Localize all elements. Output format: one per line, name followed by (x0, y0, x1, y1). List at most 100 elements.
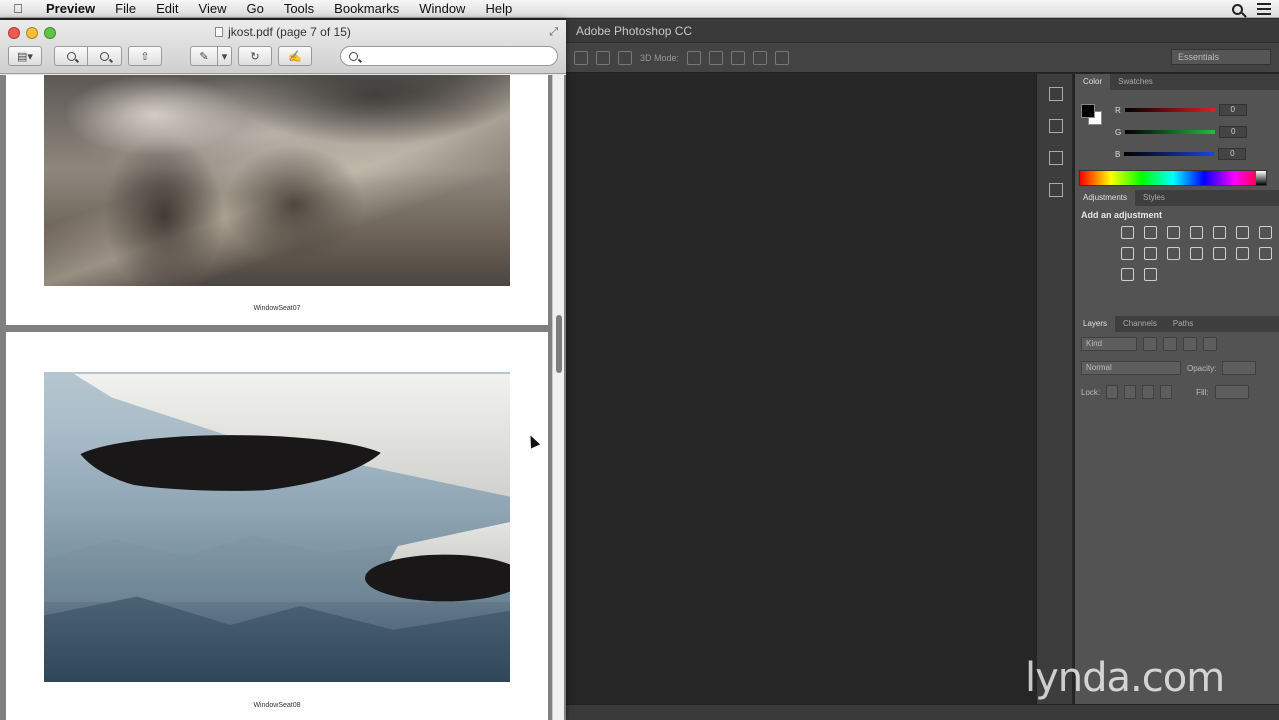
adjustments-heading: Add an adjustment (1081, 210, 1163, 220)
brush-presets-icon[interactable] (1042, 144, 1068, 170)
spotlight-icon[interactable] (1232, 3, 1243, 15)
vibrance-icon[interactable] (1213, 226, 1226, 239)
invert-icon[interactable] (1213, 247, 1226, 260)
channel-mixer-icon[interactable] (1167, 247, 1180, 260)
layers-panel: Kind Normal Opacity: Lock: Fill: (1075, 332, 1279, 412)
curves-icon[interactable] (1167, 226, 1180, 239)
history-icon[interactable] (1042, 80, 1068, 106)
zoom-out-icon (66, 51, 76, 61)
color-panel: R 0 G 0 B 0 (1075, 90, 1279, 190)
lynda-watermark: lynda.com (1025, 655, 1225, 701)
color-lookup-icon[interactable] (1190, 247, 1203, 260)
preview-titlebar: jkost.pdf (page 7 of 15) ⤢ ▤▾ ⇧ ✎ ▾ ↻ ✍ (0, 20, 566, 74)
rotate-3d-icon[interactable] (574, 50, 588, 65)
info-icon[interactable] (1042, 112, 1068, 138)
tab-color[interactable]: Color (1075, 74, 1111, 90)
filter-kind-select[interactable]: Kind (1081, 337, 1137, 351)
menu-bookmarks[interactable]: Bookmarks (324, 0, 409, 18)
foreground-color-swatch[interactable] (1081, 104, 1095, 118)
blue-slider[interactable]: B 0 (1115, 148, 1247, 160)
zoom-in-button[interactable] (88, 46, 122, 66)
fill-field[interactable] (1214, 385, 1249, 399)
tab-adjustments[interactable]: Adjustments (1075, 190, 1136, 206)
menu-app[interactable]: Preview (36, 0, 105, 18)
edit-toolbar-button[interactable]: ✍ (278, 46, 312, 66)
menu-file[interactable]: File (105, 0, 146, 18)
exposure-icon[interactable] (1190, 226, 1203, 239)
menu-edit[interactable]: Edit (146, 0, 188, 18)
red-value[interactable]: 0 (1218, 104, 1247, 116)
page-caption: WindowSeat08 (253, 702, 301, 709)
blend-mode-select[interactable]: Normal (1081, 361, 1181, 375)
levels-icon[interactable] (1144, 226, 1157, 239)
share-button[interactable]: ⇧ (128, 46, 162, 66)
posterize-icon[interactable] (1236, 247, 1249, 260)
drag-3d-icon[interactable] (618, 50, 632, 65)
page-caption: WindowSeat07 (253, 305, 301, 312)
photo-filter-icon[interactable] (1144, 247, 1157, 260)
tab-swatches[interactable]: Swatches (1110, 74, 1161, 90)
tab-styles[interactable]: Styles (1135, 190, 1173, 206)
3d-mode-label: 3D Mode: (640, 52, 680, 63)
pdf-page: WindowSeat08 (6, 332, 548, 720)
shape-filter-icon[interactable] (1203, 337, 1217, 351)
menubar:  Preview File Edit View Go Tools Bookma… (0, 0, 1279, 18)
menu-tools[interactable]: Tools (274, 0, 324, 18)
red-slider[interactable]: R 0 (1115, 104, 1247, 116)
search-field[interactable] (340, 46, 558, 66)
pan-icon[interactable] (731, 50, 746, 65)
annotate-menu-button[interactable]: ▾ (218, 46, 232, 66)
workspace-switcher[interactable]: Essentials (1171, 49, 1271, 65)
color-balance-icon[interactable] (1259, 226, 1272, 239)
zoom-in-icon (100, 51, 109, 61)
menu-go[interactable]: Go (236, 0, 273, 18)
black-white-icon[interactable] (1121, 247, 1134, 260)
hue-saturation-icon[interactable] (1236, 226, 1249, 239)
roll-icon[interactable] (709, 50, 724, 65)
tab-layers[interactable]: Layers (1075, 316, 1116, 332)
slide-icon[interactable] (753, 50, 768, 65)
tab-paths[interactable]: Paths (1165, 316, 1201, 332)
threshold-icon[interactable] (1259, 247, 1272, 260)
scale-icon[interactable] (775, 50, 790, 65)
properties-icon[interactable] (1042, 176, 1068, 202)
search-input[interactable] (364, 50, 544, 62)
apple-menu-icon[interactable]:  (0, 1, 36, 16)
color-spectrum[interactable] (1079, 170, 1267, 186)
fullscreen-icon[interactable]: ⤢ (549, 26, 558, 39)
vertical-scrollbar[interactable] (552, 75, 564, 720)
rotate-button[interactable]: ↻ (238, 46, 272, 66)
lock-position-icon[interactable] (1142, 385, 1155, 399)
tab-channels[interactable]: Channels (1115, 316, 1165, 332)
selective-color-icon[interactable] (1144, 268, 1157, 281)
lock-image-icon[interactable] (1124, 385, 1137, 399)
notification-center-icon[interactable] (1257, 3, 1271, 15)
gradient-map-icon[interactable] (1121, 268, 1134, 281)
adjustments-panel: Add an adjustment (1075, 206, 1279, 316)
pixel-filter-icon[interactable] (1143, 337, 1157, 351)
zoom-out-button[interactable] (54, 46, 88, 66)
airplane-wing-photo (44, 372, 510, 682)
orbit-icon[interactable] (687, 50, 702, 65)
type-filter-icon[interactable] (1183, 337, 1197, 351)
panel-dock-icons (1036, 74, 1072, 704)
opacity-field[interactable] (1222, 361, 1257, 375)
adjustment-filter-icon[interactable] (1163, 337, 1177, 351)
sidebar-view-button[interactable]: ▤▾ (8, 46, 42, 66)
menu-help[interactable]: Help (475, 0, 522, 18)
roll-3d-icon[interactable] (596, 50, 610, 65)
photoshop-window: Adobe Photoshop CC 3D Mode: Essentials C… (566, 19, 1279, 720)
lock-all-icon[interactable] (1160, 385, 1173, 399)
annotate-button[interactable]: ✎ (190, 46, 218, 66)
green-value[interactable]: 0 (1219, 126, 1248, 138)
green-slider[interactable]: G 0 (1115, 126, 1248, 138)
scroll-thumb[interactable] (556, 315, 562, 373)
document-view[interactable]: WindowSeat07 WindowSeat08 (0, 75, 566, 720)
lock-transparent-icon[interactable] (1106, 385, 1119, 399)
blue-value[interactable]: 0 (1218, 148, 1247, 160)
menu-view[interactable]: View (189, 0, 237, 18)
document-area[interactable] (566, 74, 1034, 704)
menu-window[interactable]: Window (409, 0, 475, 18)
brightness-contrast-icon[interactable] (1121, 226, 1134, 239)
layers-panel-tabs: Layers Channels Paths (1075, 316, 1279, 332)
